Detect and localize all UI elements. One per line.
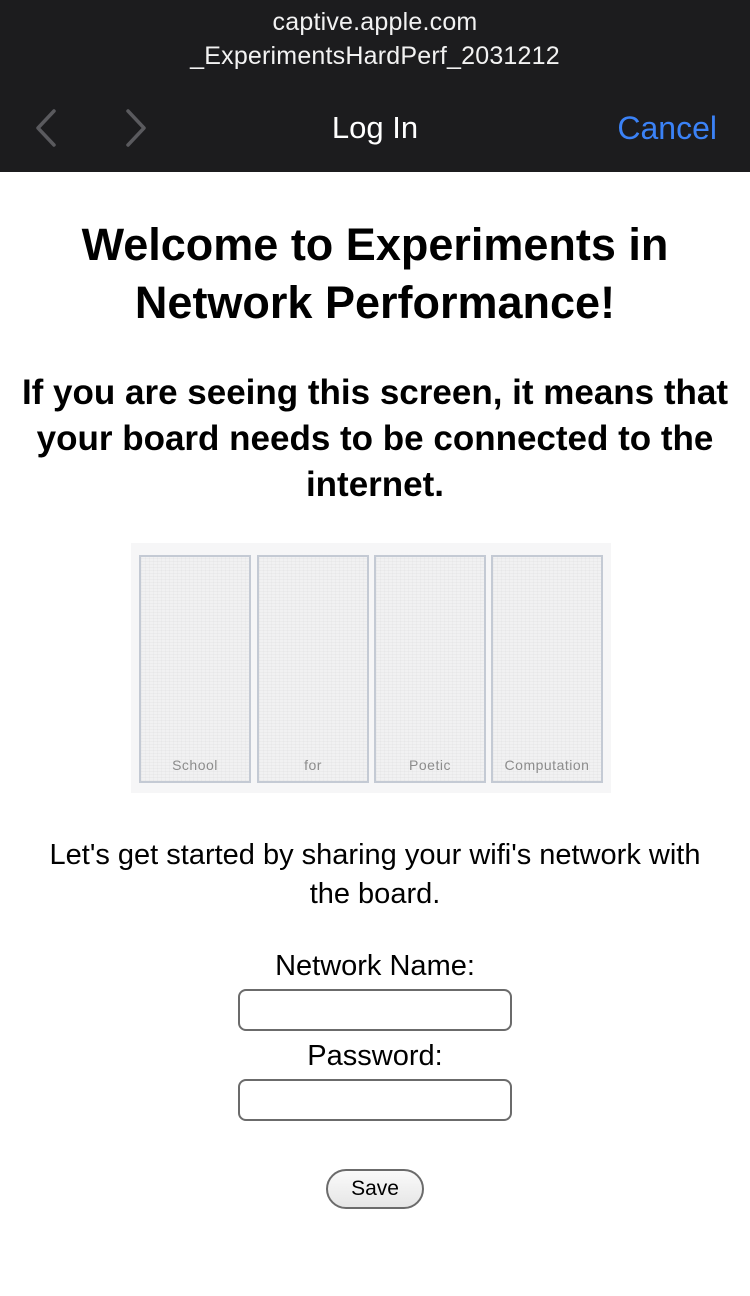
- save-button[interactable]: Save: [326, 1169, 424, 1209]
- network-name-input[interactable]: [238, 989, 512, 1031]
- captive-portal-header: captive.apple.com _ExperimentsHardPerf_2…: [0, 0, 750, 172]
- board-panel: Poetic: [374, 555, 486, 783]
- panel-label: Computation: [504, 757, 590, 773]
- panel-label: Poetic: [409, 757, 451, 773]
- board-panel: Computation: [491, 555, 603, 783]
- url-host: captive.apple.com: [272, 8, 478, 36]
- panel-label: for: [304, 757, 322, 773]
- panel-label: School: [172, 757, 218, 773]
- password-label: Password:: [307, 1040, 443, 1072]
- welcome-heading: Welcome to Experiments in Network Perfor…: [81, 219, 669, 328]
- board-panel: for: [257, 555, 369, 783]
- network-name-label: Network Name:: [275, 950, 475, 982]
- cancel-button[interactable]: Cancel: [617, 108, 717, 148]
- network-ssid: _ExperimentsHardPerf_2031212: [190, 42, 560, 70]
- password-input[interactable]: [238, 1079, 512, 1121]
- board-image: School for Poetic Computation: [131, 543, 611, 793]
- board-panel: School: [139, 555, 251, 783]
- connection-notice: If you are seeing this screen, it means …: [21, 373, 729, 504]
- instructions-text: Let's get started by sharing your wifi's…: [49, 839, 701, 910]
